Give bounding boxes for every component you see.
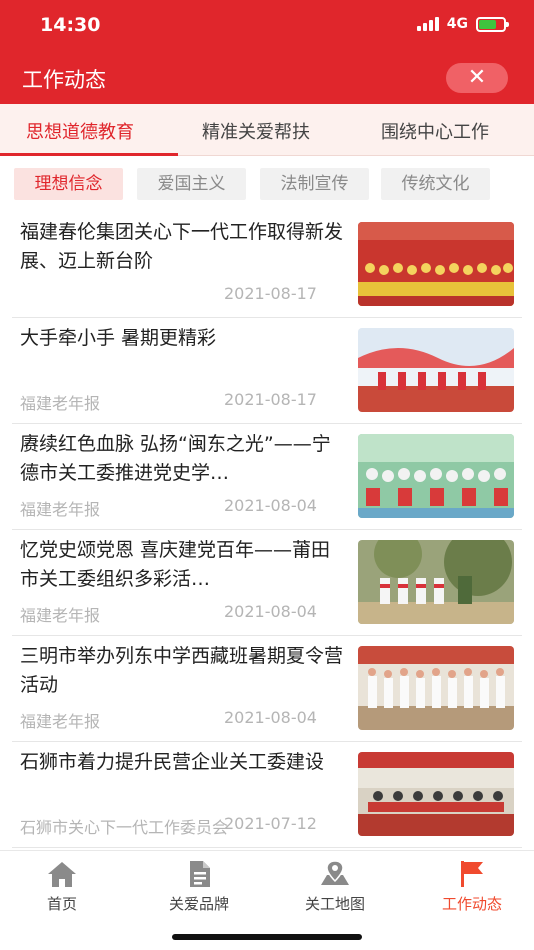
tab-precise-care[interactable]: 精准关爱帮扶 [202, 118, 310, 144]
article-thumbnail [358, 646, 514, 730]
article-thumbnail [358, 434, 514, 518]
list-item[interactable]: 大手牵小手 暑期更精彩 福建老年报 2021-08-17 [12, 318, 522, 424]
nav-label: 关工地图 [304, 895, 365, 913]
chip-legal-publicity[interactable]: 法制宣传 [260, 168, 369, 200]
nav-care-brand[interactable]: 关爱品牌 [139, 859, 259, 914]
flag-icon [461, 861, 483, 887]
home-icon [48, 862, 76, 887]
nav-label: 关爱品牌 [168, 895, 229, 913]
close-button[interactable]: ✕ [446, 63, 508, 93]
status-time: 14:30 [40, 14, 101, 36]
home-indicator [172, 934, 362, 940]
article-title: 福建春伦集团关心下一代工作取得新发展、迈上新台阶 [20, 221, 344, 272]
nav-home[interactable]: 首页 [2, 859, 122, 914]
list-item[interactable]: 福建春伦集团关心下一代工作取得新发展、迈上新台阶 2021-08-17 [12, 212, 522, 318]
article-thumbnail [358, 328, 514, 412]
article-source: 福建老年报 [20, 394, 101, 413]
article-thumbnail [358, 752, 514, 836]
document-icon [190, 861, 210, 887]
battery-icon [476, 16, 509, 32]
list-item[interactable]: 石狮市着力提升民营企业关工委建设 石狮市关心下一代工作委员会 2021-07-1… [12, 742, 522, 848]
article-source: 石狮市关心下一代工作委员会 [20, 818, 229, 837]
article-date: 2021-08-04 [224, 496, 317, 515]
network-type: 4G [446, 16, 468, 32]
signal-icon [416, 17, 439, 31]
list-item[interactable]: 忆党史颂党恩 喜庆建党百年——莆田市关工委组织多彩活… 福建老年报 2021-0… [12, 530, 522, 636]
article-source: 福建老年报 [20, 606, 101, 625]
article-thumbnail [358, 540, 514, 624]
article-date: 2021-08-17 [224, 390, 317, 409]
tab-central-work[interactable]: 围绕中心工作 [381, 118, 489, 144]
chip-patriotism[interactable]: 爱国主义 [137, 168, 246, 200]
article-title: 石狮市着力提升民营企业关工委建设 [20, 751, 325, 773]
article-date: 2021-08-04 [224, 602, 317, 621]
article-source: 福建老年报 [20, 500, 101, 519]
filter-chips: 理想信念 爱国主义 法制宣传 传统文化 [0, 162, 534, 206]
app-header: 14:30 4G 工作动态 ✕ [0, 0, 534, 104]
nav-map[interactable]: 关工地图 [275, 859, 395, 914]
tab-moral-education[interactable]: 思想道德教育 [26, 118, 134, 144]
chip-traditional-culture[interactable]: 传统文化 [381, 168, 490, 200]
article-title: 大手牵小手 暑期更精彩 [20, 327, 217, 349]
list-item[interactable]: 三明市举办列东中学西藏班暑期夏令营活动 福建老年报 2021-08-04 [12, 636, 522, 742]
category-tabs: 思想道德教育 精准关爱帮扶 围绕中心工作 [0, 104, 534, 156]
status-indicators: 4G [416, 16, 509, 32]
chip-ideal-belief[interactable]: 理想信念 [14, 168, 123, 200]
nav-work-news[interactable]: 工作动态 [412, 859, 532, 914]
nav-label: 工作动态 [441, 895, 502, 913]
article-title: 三明市举办列东中学西藏班暑期夏令营活动 [20, 645, 344, 696]
article-thumbnail [358, 222, 514, 306]
close-icon: ✕ [467, 65, 487, 90]
article-date: 2021-08-04 [224, 708, 317, 727]
article-date: 2021-07-12 [224, 814, 317, 833]
active-tab-indicator [0, 153, 178, 156]
article-title: 忆党史颂党恩 喜庆建党百年——莆田市关工委组织多彩活… [20, 539, 331, 590]
article-source: 福建老年报 [20, 712, 101, 731]
nav-label: 首页 [46, 895, 77, 913]
article-title: 赓续红色血脉 弘扬“闽东之光”——宁德市关工委推进党史学… [20, 433, 331, 484]
map-icon [321, 860, 349, 885]
article-date: 2021-08-17 [224, 284, 317, 303]
list-item[interactable]: 赓续红色血脉 弘扬“闽东之光”——宁德市关工委推进党史学… 福建老年报 2021… [12, 424, 522, 530]
page-title: 工作动态 [22, 68, 106, 92]
